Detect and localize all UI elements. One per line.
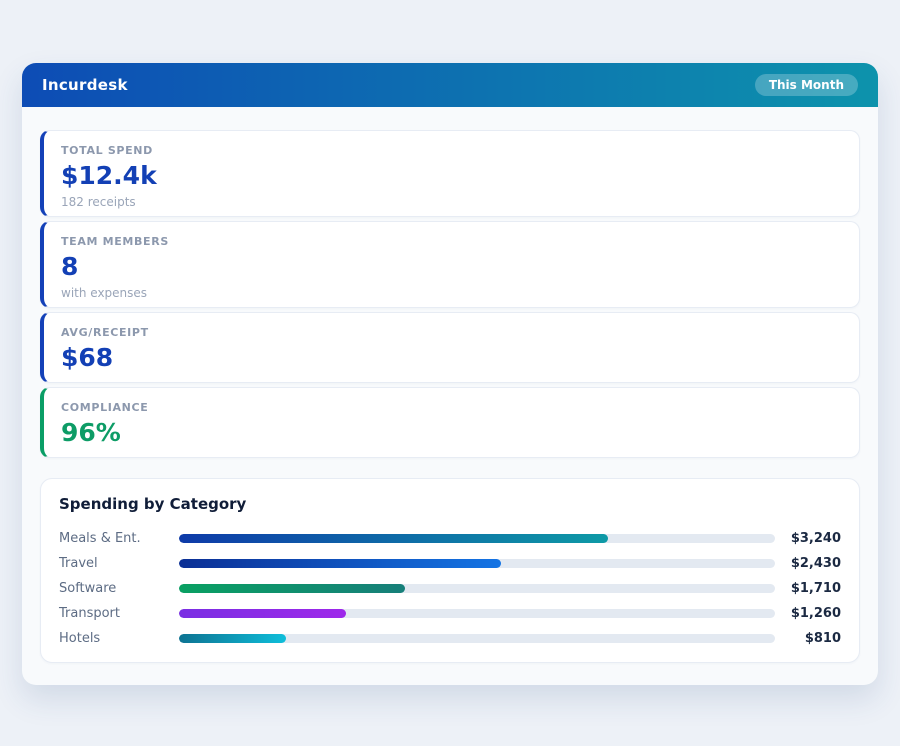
category-value: $3,240 <box>775 531 841 546</box>
app-header: Incurdesk This Month <box>22 63 878 107</box>
period-badge[interactable]: This Month <box>755 74 858 96</box>
stat-value: 8 <box>61 254 842 279</box>
incurdesk-app-window: Incurdesk This Month TOTAL SPEND $12.4k … <box>22 63 878 685</box>
stat-value: 96% <box>61 420 842 445</box>
chart-row-meals: Meals & Ent. $3,240 <box>59 526 841 551</box>
bar-track <box>179 584 775 593</box>
category-label: Meals & Ent. <box>59 531 179 546</box>
stat-label: TOTAL SPEND <box>61 144 842 157</box>
chart-row-travel: Travel $2,430 <box>59 551 841 576</box>
bar-track <box>179 609 775 618</box>
category-label: Travel <box>59 556 179 571</box>
bar-software <box>179 584 405 593</box>
category-value: $810 <box>775 631 841 646</box>
category-value: $1,710 <box>775 581 841 596</box>
stat-card-team-members: TEAM MEMBERS 8 with expenses <box>40 221 860 308</box>
chart-row-hotels: Hotels $810 <box>59 626 841 651</box>
bar-track <box>179 534 775 543</box>
bar-track <box>179 634 775 643</box>
dashboard-content: TOTAL SPEND $12.4k 182 receipts TEAM MEM… <box>22 107 878 663</box>
bar-meals <box>179 534 608 543</box>
category-label: Transport <box>59 606 179 621</box>
category-value: $1,260 <box>775 606 841 621</box>
category-label: Hotels <box>59 631 179 646</box>
category-label: Software <box>59 581 179 596</box>
stat-value: $68 <box>61 345 842 370</box>
app-title: Incurdesk <box>42 76 128 94</box>
bar-travel <box>179 559 501 568</box>
bar-hotels <box>179 634 286 643</box>
chart-row-transport: Transport $1,260 <box>59 601 841 626</box>
stat-subtext: 182 receipts <box>61 195 842 209</box>
stat-value: $12.4k <box>61 163 842 188</box>
stat-label: COMPLIANCE <box>61 401 842 414</box>
stat-card-total-spend: TOTAL SPEND $12.4k 182 receipts <box>40 130 860 217</box>
spending-chart-card: Spending by Category Meals & Ent. $3,240… <box>40 478 860 663</box>
stat-label: AVG/RECEIPT <box>61 326 842 339</box>
stat-card-compliance: COMPLIANCE 96% <box>40 387 860 458</box>
chart-title: Spending by Category <box>59 495 841 513</box>
stat-label: TEAM MEMBERS <box>61 235 842 248</box>
bar-transport <box>179 609 346 618</box>
stat-subtext: with expenses <box>61 286 842 300</box>
chart-row-software: Software $1,710 <box>59 576 841 601</box>
bar-track <box>179 559 775 568</box>
category-value: $2,430 <box>775 556 841 571</box>
stat-card-avg-receipt: AVG/RECEIPT $68 <box>40 312 860 383</box>
